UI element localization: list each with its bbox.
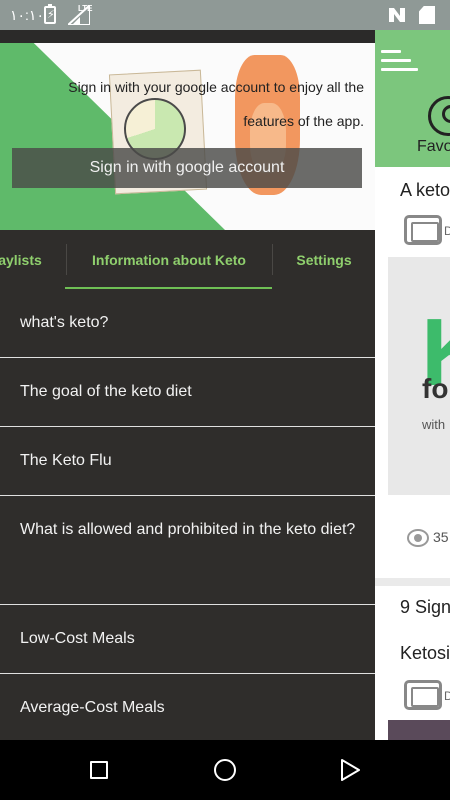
home-circle-icon[interactable] [214, 759, 236, 781]
video-card-title[interactable]: A keto [400, 180, 450, 201]
video-thumbnail[interactable]: K fo with [388, 257, 450, 495]
main-page-behind-drawer: Favo A keto D K fo with 35 9 Sign Ketosi… [375, 30, 450, 740]
system-nav-bar [0, 740, 450, 800]
hamburger-menu-icon[interactable] [381, 50, 418, 72]
channel-initial: D [444, 224, 450, 238]
video-card-title-line2[interactable]: Ketosi [400, 643, 450, 664]
list-item-whats-keto[interactable]: what's keto? [0, 289, 375, 358]
card-divider [375, 578, 450, 586]
list-item-goal-of-keto[interactable]: The goal of the keto diet [0, 358, 375, 427]
drawer-tabs: aylists Information about Keto Settings [0, 230, 375, 289]
tv-channel-icon [404, 680, 442, 710]
status-bar: ١٠:١٠ ⚡ LTE [0, 0, 450, 30]
network-type: LTE [78, 4, 93, 13]
thumb-text-line3: with [422, 417, 446, 432]
drawer-top-strip [0, 30, 375, 43]
recents-square-icon[interactable] [90, 761, 108, 779]
favorites-label[interactable]: Favo [417, 138, 450, 156]
video-thumbnail[interactable] [388, 720, 450, 740]
thumb-text-line2: fo [422, 373, 449, 404]
keto-info-list: what's keto? The goal of the keto diet T… [0, 289, 375, 740]
view-count: 35 [433, 529, 449, 545]
tab-settings[interactable]: Settings [288, 230, 360, 289]
tv-channel-icon [404, 215, 442, 245]
navigation-drawer: Sign in with your google account to enjo… [0, 30, 375, 740]
sd-card-icon [419, 6, 435, 24]
video-card-title-line1[interactable]: 9 Sign [400, 597, 450, 618]
main-header: Favo [375, 30, 450, 167]
status-time: ١٠:١٠ [10, 7, 44, 23]
channel-initial: D [444, 689, 450, 703]
google-sign-in-button[interactable]: Sign in with google account [12, 148, 362, 188]
drawer-banner: Sign in with your google account to enjo… [0, 43, 375, 230]
tab-playlists[interactable]: aylists [0, 230, 44, 289]
list-item-average-cost-meals[interactable]: Average-Cost Meals [0, 674, 375, 740]
back-triangle-icon[interactable] [340, 759, 360, 781]
favorites-user-icon[interactable] [428, 96, 450, 136]
tab-divider [66, 244, 67, 275]
app-screen: ١٠:١٠ ⚡ LTE Favo A keto D K fo with [0, 0, 450, 800]
battery-charging-icon: ⚡ [44, 4, 56, 24]
eye-icon [407, 529, 429, 547]
list-item-keto-flu[interactable]: The Keto Flu [0, 427, 375, 496]
list-item-allowed-prohibited[interactable]: What is allowed and prohibited in the ke… [0, 496, 375, 605]
tab-divider [272, 244, 273, 275]
tab-information-about-keto[interactable]: Information about Keto [80, 230, 258, 289]
n-notification-icon [389, 8, 405, 22]
list-item-low-cost-meals[interactable]: Low-Cost Meals [0, 605, 375, 674]
sign-in-prompt: Sign in with your google account to enjo… [68, 79, 364, 129]
